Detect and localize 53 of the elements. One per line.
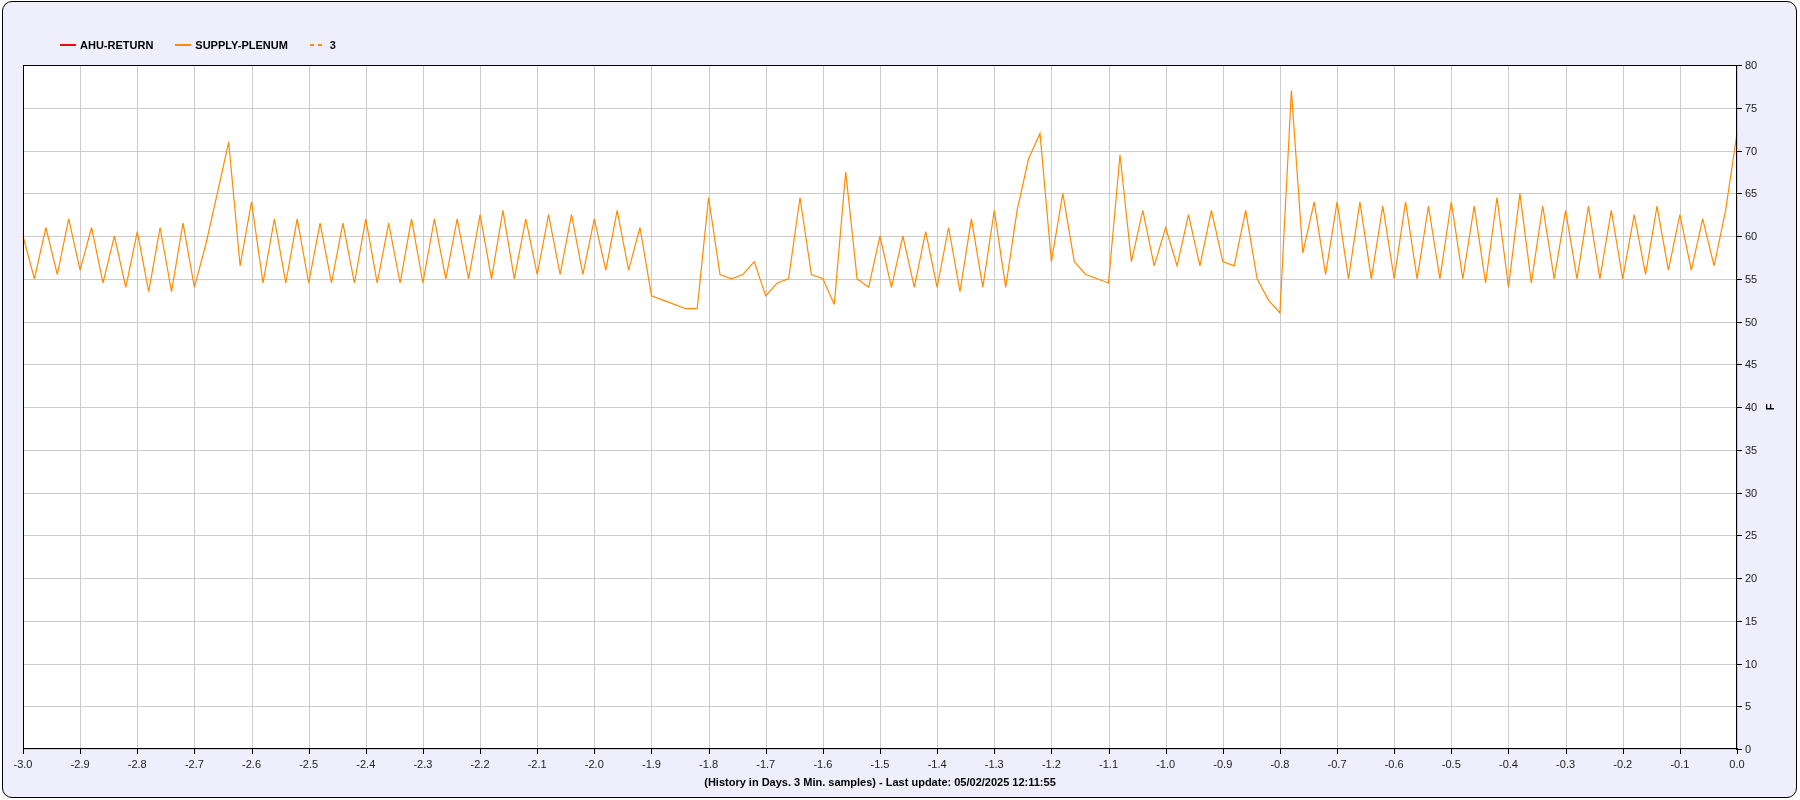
axis-tick-label: -1.1 bbox=[1099, 758, 1118, 770]
axis-tick-label: -2.7 bbox=[184, 758, 204, 770]
axis-tick-label: -1.2 bbox=[1041, 758, 1061, 770]
legend-label: AHU-RETURN bbox=[80, 38, 154, 51]
axis-tick-label: -0.1 bbox=[1670, 758, 1690, 770]
axis-tick-label: -2.0 bbox=[584, 758, 604, 770]
axis-tick-label: 25 bbox=[1745, 529, 1758, 542]
axis-tick-label: -2.2 bbox=[470, 758, 490, 770]
axis-tick-label: -3.0 bbox=[13, 758, 33, 770]
axis-tick-label: -1.4 bbox=[927, 758, 947, 770]
axis-tick-label: -2.6 bbox=[242, 758, 261, 770]
axis-tick-label: 65 bbox=[1745, 187, 1758, 200]
axis-tick-label: -1.7 bbox=[756, 758, 776, 770]
axis-tick-label: -1.5 bbox=[870, 758, 890, 770]
axis-tick-label: -1.6 bbox=[813, 758, 833, 770]
axis-tick-label: -2.3 bbox=[413, 758, 433, 770]
axis-title: (History in Days. 3 Min. samples) - Last update: 05/02/2025 12:11:55 bbox=[704, 776, 1056, 788]
axis-tick-label: 5 bbox=[1745, 700, 1752, 713]
axis-tick-label: -1.0 bbox=[1156, 758, 1176, 770]
axis-tick-label: -0.3 bbox=[1556, 758, 1576, 770]
axis-tick-label: 50 bbox=[1745, 315, 1758, 328]
axis-tick-label: -2.1 bbox=[527, 758, 547, 770]
axis-tick-label: -0.4 bbox=[1499, 758, 1518, 770]
axis-tick-label: -0.9 bbox=[1213, 758, 1233, 770]
legend-label: 3 bbox=[329, 38, 336, 51]
axis-tick-label: 60 bbox=[1745, 230, 1758, 242]
axis-tick-label: 40 bbox=[1745, 401, 1758, 413]
axis-tick-label: -0.6 bbox=[1384, 758, 1404, 770]
axis-tick-label: 55 bbox=[1745, 272, 1758, 285]
axis-tick-label: 75 bbox=[1745, 101, 1758, 114]
axis-tick-label: 70 bbox=[1745, 144, 1758, 157]
axis-tick-label: 45 bbox=[1745, 358, 1758, 371]
axis-tick-label: -2.9 bbox=[70, 758, 90, 770]
axis-tick-label: -0.5 bbox=[1441, 758, 1461, 770]
axis-tick-label: -1.8 bbox=[699, 758, 719, 770]
axis-tick-label: -2.4 bbox=[356, 758, 376, 770]
axis-tick-label: -0.2 bbox=[1613, 758, 1633, 770]
axis-tick-label: -1.9 bbox=[642, 758, 661, 770]
axis-tick-label: 20 bbox=[1745, 572, 1758, 584]
axis-tick-label: -2.5 bbox=[299, 758, 319, 770]
axis-tick-label: 0 bbox=[1745, 743, 1752, 755]
axis-tick-label: -2.8 bbox=[127, 758, 147, 770]
axis-tick-label: 15 bbox=[1745, 614, 1758, 627]
axis-title: F bbox=[1764, 403, 1776, 411]
axis-tick-label: 80 bbox=[1745, 59, 1758, 71]
axis-tick-label: 10 bbox=[1745, 657, 1758, 670]
axis-tick-label: -0.7 bbox=[1327, 758, 1347, 770]
legend-label: SUPPLY-PLENUM bbox=[195, 38, 288, 51]
axis-tick-label: 0.0 bbox=[1729, 758, 1745, 770]
axis-tick-label: 30 bbox=[1745, 486, 1758, 499]
axis-tick-label: -0.8 bbox=[1270, 758, 1290, 770]
axis-tick-label: 35 bbox=[1745, 443, 1758, 456]
axis-tick-label: -1.3 bbox=[984, 758, 1004, 770]
